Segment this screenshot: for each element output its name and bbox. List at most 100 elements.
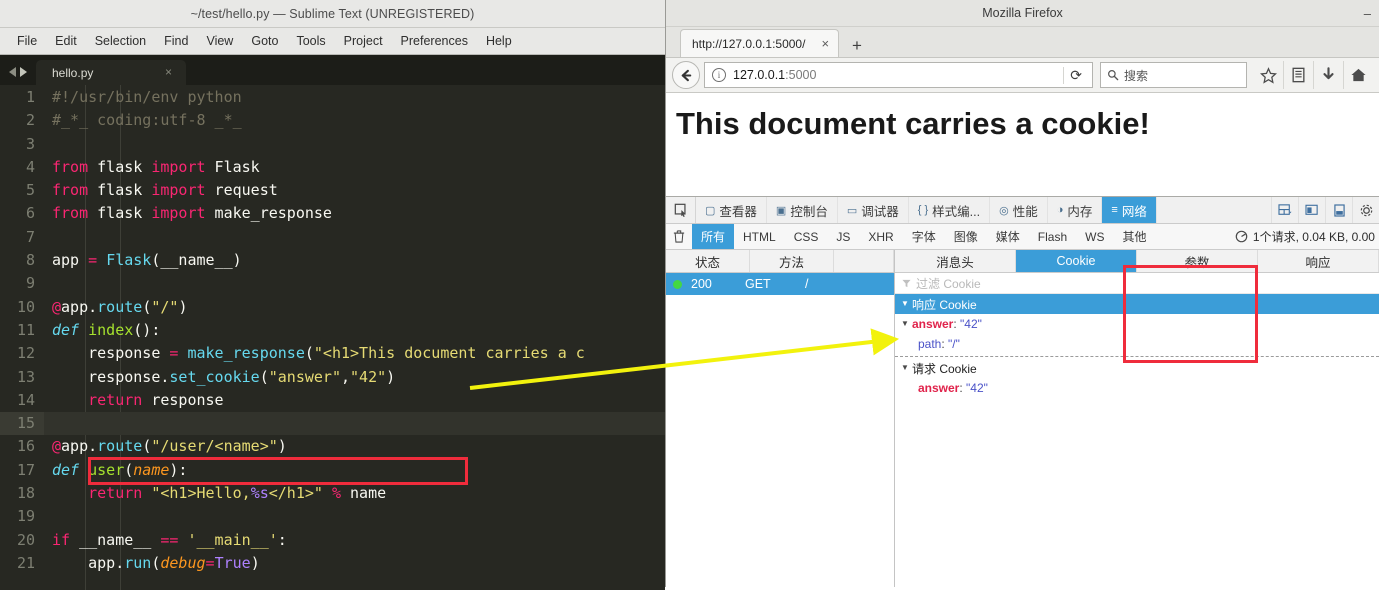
devtools-tab-debugger[interactable]: ▭ 调试器 xyxy=(838,197,909,223)
line-number: 14 xyxy=(16,390,35,409)
filter-js[interactable]: JS xyxy=(827,224,859,249)
line-number: 1 xyxy=(25,88,35,106)
devtools-tab-memory[interactable]: ◑ 内存 xyxy=(1048,197,1103,223)
filter-xhr[interactable]: XHR xyxy=(859,224,902,249)
downloads-icon[interactable] xyxy=(1313,61,1343,89)
trash-icon[interactable] xyxy=(666,224,692,249)
prev-file-arrow-icon[interactable] xyxy=(9,67,16,77)
inspector-icon: ▢ xyxy=(705,204,716,217)
detail-tab-cookies[interactable]: Cookie xyxy=(1016,250,1137,272)
filter-flash[interactable]: Flash xyxy=(1029,224,1076,249)
next-file-arrow-icon[interactable] xyxy=(20,67,27,77)
devtools-tab-label: 内存 xyxy=(1067,204,1093,219)
cookie-colon: : xyxy=(941,337,949,351)
responsive-design-icon[interactable] xyxy=(1298,197,1325,223)
chevron-down-icon[interactable]: ▼ xyxy=(901,300,912,308)
detail-tab-response[interactable]: 响应 xyxy=(1258,250,1379,272)
browser-tab[interactable]: http://127.0.0.1:5000/ × xyxy=(680,29,840,57)
reload-icon[interactable]: ⟳ xyxy=(1063,66,1088,84)
page-heading: This document carries a cookie! xyxy=(676,106,1150,141)
page-info-icon[interactable]: i xyxy=(712,68,726,82)
line-number: 7 xyxy=(25,227,35,246)
cookie-group-response[interactable]: ▼ 响应 Cookie xyxy=(895,294,1379,314)
network-summary: 1个请求, 0.04 KB, 0.00 xyxy=(1235,224,1379,249)
minimize-icon[interactable]: – xyxy=(1364,6,1371,21)
settings-icon[interactable] xyxy=(1352,197,1379,223)
filter-html[interactable]: HTML xyxy=(734,224,785,249)
home-icon[interactable] xyxy=(1343,61,1373,89)
code-line: 5 from flask import request xyxy=(0,179,665,202)
column-header-status[interactable]: 状态 xyxy=(666,250,750,272)
search-bar[interactable]: 搜索 xyxy=(1100,62,1247,88)
url-bar[interactable]: i 127.0.0.1:5000 ⟳ xyxy=(704,62,1093,88)
editor-tab-hello-py[interactable]: hello.py × xyxy=(36,60,186,85)
column-header-file[interactable] xyxy=(834,250,894,272)
line-number: 16 xyxy=(16,437,35,456)
filter-media[interactable]: 媒体 xyxy=(987,224,1029,249)
devtools-tab-style-editor[interactable]: { } 样式编... xyxy=(909,197,991,223)
back-button[interactable] xyxy=(672,61,700,89)
cookie-entry[interactable]: path: "/" xyxy=(895,334,1379,354)
close-icon[interactable]: × xyxy=(821,36,829,51)
menu-edit[interactable]: Edit xyxy=(46,31,86,51)
network-request-row[interactable]: 200 GET / xyxy=(666,273,894,295)
line-number: 4 xyxy=(25,157,35,176)
menu-preferences[interactable]: Preferences xyxy=(392,31,477,51)
split-console-icon[interactable] xyxy=(1325,197,1352,223)
code-line: 15 xyxy=(0,412,665,436)
devtools-tab-performance[interactable]: ◎ 性能 xyxy=(990,197,1048,223)
cookie-group-label: 响应 Cookie xyxy=(912,297,977,312)
code-editor[interactable]: 1 #!/usr/bin/env python 2 #_*_ coding:utf-… xyxy=(0,85,665,590)
code-line: 11 def index(): xyxy=(0,319,665,342)
chevron-down-icon[interactable]: ▼ xyxy=(901,320,912,328)
devtools-tab-network[interactable]: ≡ 网络 xyxy=(1102,197,1157,223)
filter-all[interactable]: 所有 xyxy=(692,224,735,249)
cookie-entry[interactable]: answer: "42" xyxy=(895,378,1379,398)
menu-help[interactable]: Help xyxy=(477,31,521,51)
cookie-group-request[interactable]: ▼ 请求 Cookie xyxy=(895,358,1379,378)
line-number: 5 xyxy=(25,181,35,200)
filter-ws[interactable]: WS xyxy=(1076,224,1113,249)
line-number: 19 xyxy=(16,507,35,526)
status-indicator-icon xyxy=(673,279,682,289)
code-line-text: @app.route("/user/<name>") xyxy=(52,437,287,456)
devtools-body: 状态 方法 200 GET / 消息头 Cookie 参数 响应 过滤 Cook… xyxy=(666,250,1379,590)
code-line: 16 @app.route("/user/<name>") xyxy=(0,435,665,458)
menu-selection[interactable]: Selection xyxy=(86,31,155,51)
menu-project[interactable]: Project xyxy=(335,31,392,51)
code-line-text: response = make_response("<h1>This docum… xyxy=(52,344,585,363)
line-number: 3 xyxy=(25,134,35,153)
cookie-filter-input[interactable]: 过滤 Cookie xyxy=(895,273,1379,294)
request-detail-panel: 消息头 Cookie 参数 响应 过滤 Cookie ▼ 响应 Cookie ▼… xyxy=(895,250,1379,590)
network-request-list[interactable]: 状态 方法 200 GET / xyxy=(666,250,895,590)
star-icon[interactable] xyxy=(1253,61,1283,89)
cookie-entry[interactable]: ▼ answer: "42" xyxy=(895,314,1379,334)
detail-tab-params[interactable]: 参数 xyxy=(1137,250,1258,272)
devtools-tab-inspector[interactable]: ▢ 查看器 xyxy=(696,197,767,223)
close-icon[interactable]: × xyxy=(165,65,172,79)
browser-tab-title: http://127.0.0.1:5000/ xyxy=(692,36,806,51)
code-line: 13 response.set_cookie("answer","42") xyxy=(0,366,665,389)
column-header-method[interactable]: 方法 xyxy=(750,250,834,272)
menu-view[interactable]: View xyxy=(197,31,242,51)
menu-tools[interactable]: Tools xyxy=(287,31,334,51)
filter-font[interactable]: 字体 xyxy=(903,224,945,249)
library-icon[interactable] xyxy=(1283,61,1313,89)
filter-image[interactable]: 图像 xyxy=(945,224,987,249)
code-line: 4 from flask import Flask xyxy=(0,156,665,179)
detail-tab-headers[interactable]: 消息头 xyxy=(895,250,1016,272)
filter-css[interactable]: CSS xyxy=(785,224,828,249)
element-picker-icon[interactable] xyxy=(666,197,696,223)
new-tab-icon[interactable]: + xyxy=(839,37,872,57)
devtools-tab-console[interactable]: ▣ 控制台 xyxy=(767,197,838,223)
menu-file[interactable]: File xyxy=(8,31,46,51)
code-line-text: from flask import request xyxy=(52,181,278,200)
menu-goto[interactable]: Goto xyxy=(242,31,287,51)
menu-find[interactable]: Find xyxy=(155,31,197,51)
code-line-text: def user(name): xyxy=(52,460,188,479)
chevron-down-icon[interactable]: ▼ xyxy=(901,364,912,372)
network-table-header: 状态 方法 xyxy=(666,250,894,273)
filter-other[interactable]: 其他 xyxy=(1113,224,1155,249)
dock-layout-icon[interactable] xyxy=(1271,197,1298,223)
